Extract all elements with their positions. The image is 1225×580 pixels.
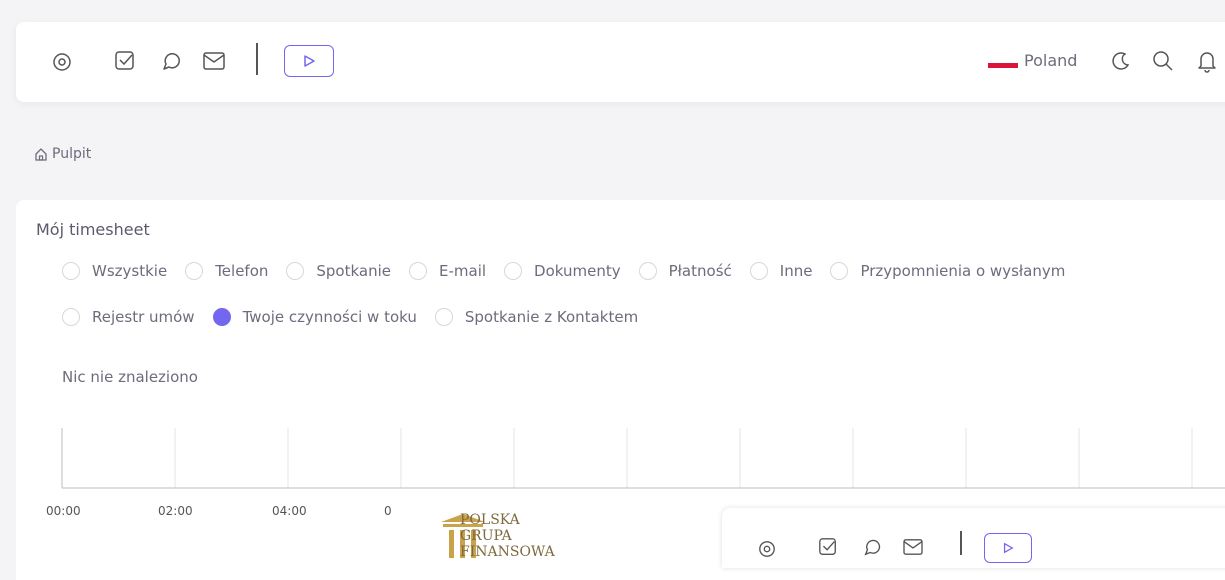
empty-message: Nic nie znaleziono: [62, 368, 198, 386]
chat-icon[interactable]: [862, 537, 882, 561]
time-tick: 00:00: [46, 504, 81, 518]
play-button[interactable]: [984, 533, 1032, 563]
toolbar-divider: [256, 43, 258, 75]
mail-icon[interactable]: [902, 538, 924, 560]
home-icon: [35, 148, 47, 161]
target-icon[interactable]: [52, 52, 72, 76]
time-tick: 02:00: [158, 504, 193, 518]
toolbar-divider: [960, 531, 962, 555]
filter-option[interactable]: E-mail: [409, 262, 486, 280]
search-icon[interactable]: [1152, 50, 1174, 76]
time-tick: 0: [384, 504, 392, 518]
brand-logo-text: POLSKA GRUPA FINANSOWA: [460, 512, 555, 560]
filter-option[interactable]: Spotkanie: [286, 262, 391, 280]
filter-option[interactable]: Inne: [749, 262, 812, 280]
bell-icon[interactable]: [1196, 49, 1218, 77]
play-button[interactable]: [284, 45, 334, 77]
country-selector[interactable]: Poland: [1024, 51, 1077, 70]
mini-navbar: [722, 508, 1225, 568]
filter-option[interactable]: Dokumenty: [504, 262, 621, 280]
filter-option[interactable]: Telefon: [185, 262, 268, 280]
filter-option[interactable]: Przypomnienia o wysłanym: [830, 262, 1065, 280]
filter-option-selected[interactable]: Twoje czynności w toku: [212, 308, 417, 326]
chat-icon[interactable]: [160, 50, 182, 76]
filter-option[interactable]: Rejestr umów: [62, 308, 195, 326]
breadcrumb[interactable]: Pulpit: [34, 146, 91, 162]
filter-row-2: Rejestr umów Twoje czynności w toku Spot…: [62, 308, 656, 326]
breadcrumb-label: Pulpit: [52, 146, 92, 162]
filter-option[interactable]: Spotkanie z Kontaktem: [434, 308, 638, 326]
target-icon[interactable]: [758, 540, 776, 562]
card-title: Mój timesheet: [36, 220, 150, 239]
play-icon: [304, 55, 315, 67]
filter-option[interactable]: Płatność: [638, 262, 732, 280]
play-icon: [1003, 542, 1014, 554]
checkbox-icon[interactable]: [818, 537, 838, 561]
poland-flag-icon[interactable]: [988, 58, 1018, 68]
timeline-chart: [61, 428, 1225, 489]
moon-icon[interactable]: [1110, 50, 1132, 76]
filter-row-1: Wszystkie Telefon Spotkanie E-mail Dokum…: [62, 262, 1083, 280]
filter-option[interactable]: Wszystkie: [62, 262, 167, 280]
mail-icon[interactable]: [202, 51, 226, 75]
time-tick: 04:00: [272, 504, 307, 518]
checkbox-icon[interactable]: [114, 50, 136, 76]
